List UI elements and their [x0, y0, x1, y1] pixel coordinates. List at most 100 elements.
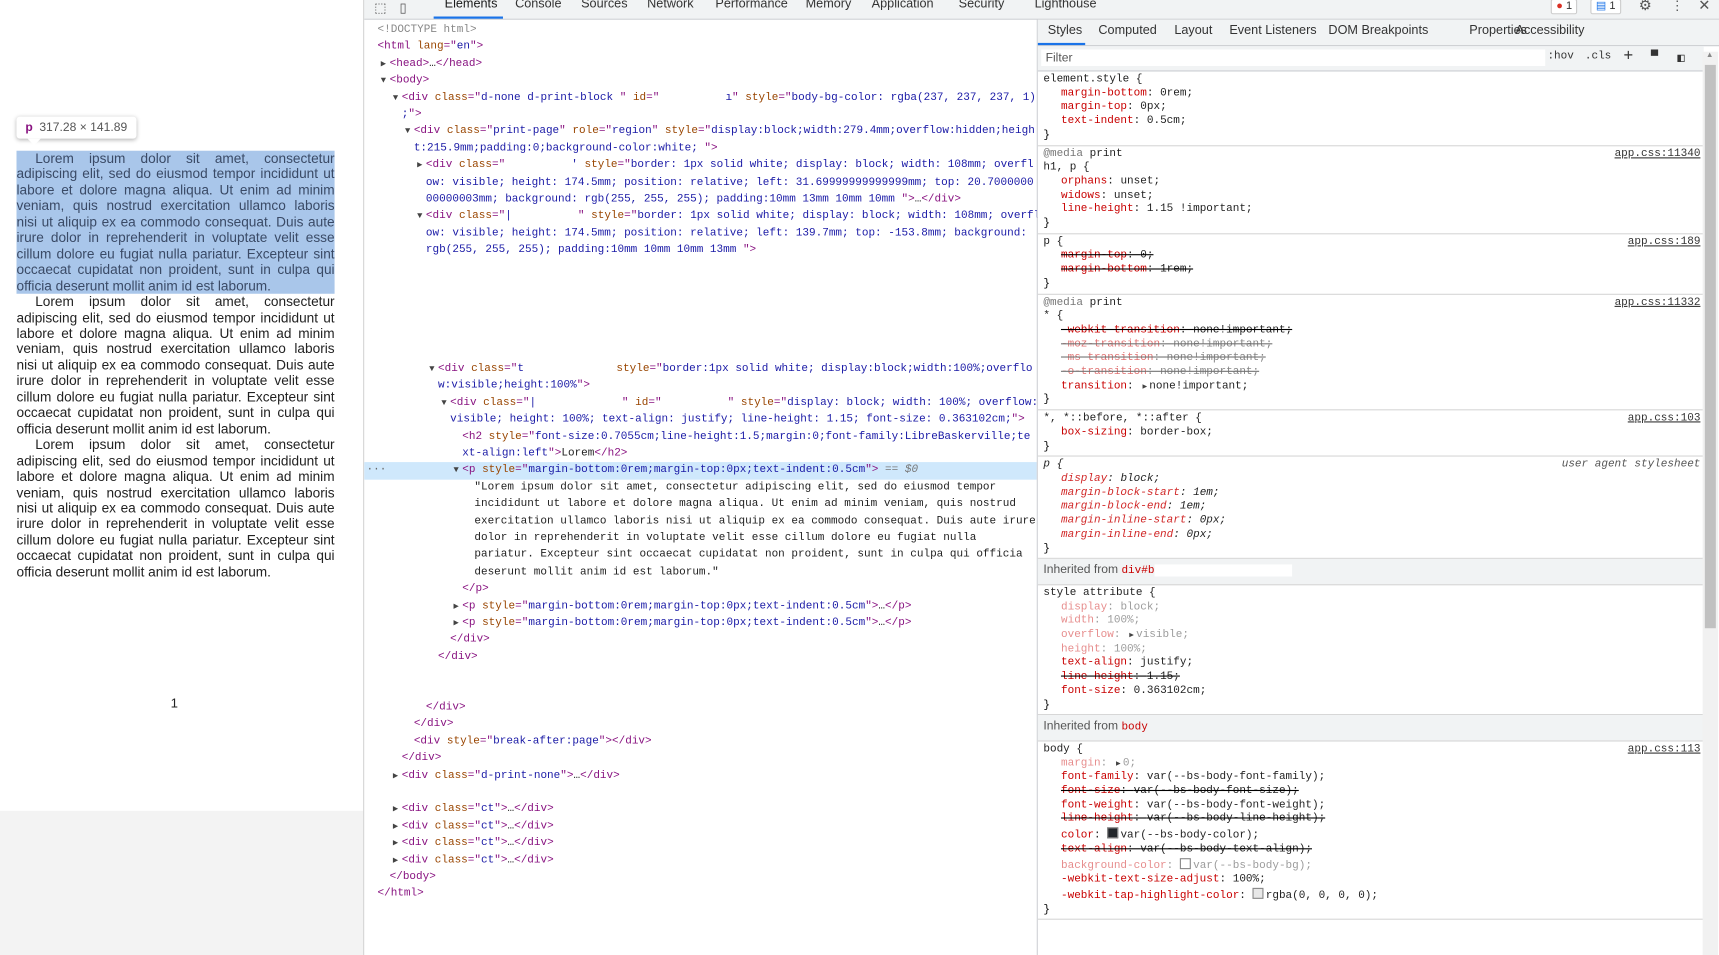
expand-arrow-icon[interactable]: ▶	[381, 56, 386, 73]
dom-node-line[interactable]: </div>	[364, 632, 1036, 649]
tab-computed[interactable]: Computed	[1098, 24, 1156, 37]
paragraph[interactable]: Lorem ipsum dolor sit amet, consectetur …	[17, 294, 335, 437]
css-declaration[interactable]: color: var(--bs-body-color);	[1043, 827, 1703, 844]
toggle-sidebar-icon[interactable]: ◧	[1677, 51, 1684, 66]
property-value[interactable]: justify;	[1140, 657, 1193, 669]
property-name[interactable]: margin-block-end	[1061, 501, 1167, 513]
property-name[interactable]: line-height	[1061, 814, 1134, 826]
css-declaration[interactable]: -webkit-tap-highlight-color: rgba(0, 0, …	[1043, 887, 1703, 904]
class-toggle[interactable]: .cls	[1585, 51, 1611, 63]
property-name[interactable]: color	[1061, 830, 1094, 842]
property-name[interactable]: orphans	[1061, 176, 1107, 188]
css-declaration[interactable]: text-align: var(--bs-body-text-align);	[1043, 844, 1703, 858]
inherited-element-link[interactable]: body	[1121, 722, 1147, 734]
property-name[interactable]: text-indent	[1061, 116, 1134, 128]
rule-source-link[interactable]: app.css:189	[1628, 236, 1701, 250]
property-value[interactable]: 0px;	[1200, 515, 1226, 527]
css-declaration[interactable]: transition: ▶ none!important;	[1043, 380, 1703, 394]
css-declaration[interactable]: -moz-transition: none!important;	[1043, 338, 1703, 352]
style-rule[interactable]: app.css:189 p {margin-top: 0; margin-botto…	[1037, 234, 1704, 295]
tab-security[interactable]: Security	[959, 0, 1005, 11]
property-value[interactable]: var(--bs-body-font-family);	[1147, 772, 1325, 784]
property-name[interactable]: -webkit-text-size-adjust	[1061, 874, 1220, 886]
expand-shorthand-icon[interactable]: ▶	[1142, 383, 1147, 392]
css-declaration[interactable]: text-indent: 0.5cm;	[1043, 116, 1703, 130]
css-declaration[interactable]: margin-bottom: 1rem;	[1043, 264, 1703, 278]
property-value[interactable]: none!important;	[1167, 352, 1266, 364]
property-value[interactable]: unset;	[1114, 190, 1154, 202]
dom-node-line[interactable]: ▼ <div class="| " style="border: 1px soli…	[364, 208, 1040, 225]
property-value[interactable]: var(--bs-body-font-weight);	[1147, 800, 1325, 812]
color-swatch[interactable]	[1107, 827, 1119, 839]
css-declaration[interactable]: margin-inline-end: 0px;	[1043, 529, 1703, 543]
dom-node-line[interactable]: rgb(255, 255, 255); padding:10mm 10mm 10…	[364, 242, 1036, 259]
property-value[interactable]: border-box;	[1140, 427, 1213, 439]
property-name[interactable]: font-family	[1061, 772, 1134, 784]
inherited-element-link[interactable]: div#b	[1121, 566, 1154, 578]
dom-node-line[interactable]: ▶ <p style="margin-bottom:0rem;margin-top…	[364, 598, 1036, 615]
dom-node-line[interactable]: ▶ <div class="ct">…</div>	[364, 801, 1036, 818]
error-count-badge[interactable]: ● 1	[1550, 0, 1578, 15]
property-value[interactable]: var(--bs-body-text-align);	[1140, 844, 1312, 856]
dom-node-line[interactable]: ▼ <div class="d-none d-print-block " id="…	[364, 90, 1036, 107]
tab-elements[interactable]: Elements	[445, 0, 498, 11]
paragraph-selected[interactable]: Lorem ipsum dolor sit amet, consectetur …	[16, 150, 335, 294]
property-name[interactable]: display	[1061, 601, 1107, 613]
style-rule[interactable]: app.css:11332 @media print * {-webkit-tran…	[1037, 294, 1704, 411]
dom-node-line[interactable]: ▶ <head>…</head>	[364, 56, 1036, 73]
scroll-up-icon[interactable]: ▲	[1706, 52, 1714, 60]
property-name[interactable]: margin-inline-start	[1061, 515, 1187, 527]
tab-console[interactable]: Console	[515, 0, 561, 11]
more-options-icon[interactable]: ⋮	[1671, 0, 1684, 13]
expand-arrow-icon[interactable]: ▶	[393, 852, 398, 869]
property-name[interactable]: line-height	[1061, 671, 1134, 683]
css-declaration[interactable]: background-color: var(--bs-body-bg);	[1043, 857, 1703, 874]
property-name[interactable]: background-color	[1061, 860, 1167, 872]
property-name[interactable]: font-size	[1061, 786, 1120, 798]
rule-selector[interactable]: p {	[1043, 236, 1703, 250]
dom-node-line[interactable]: ▼ <body>	[364, 73, 1036, 90]
property-value[interactable]: block;	[1120, 473, 1160, 485]
property-name[interactable]: font-weight	[1061, 800, 1134, 812]
node-actions-icon[interactable]: ···	[366, 463, 386, 480]
property-name[interactable]: line-height	[1061, 204, 1134, 216]
dom-node-line[interactable]: dolor in reprehenderit in voluptate veli…	[364, 530, 1036, 547]
collapse-arrow-icon[interactable]: ▼	[393, 90, 398, 107]
property-name[interactable]: width	[1061, 615, 1094, 627]
css-declaration[interactable]: -webkit-text-size-adjust: 100%;	[1043, 874, 1703, 888]
property-value[interactable]: 1rem;	[1160, 264, 1193, 276]
dom-node-line[interactable]: exercitation ullamco laboris nisi ut ali…	[364, 513, 1036, 530]
css-declaration[interactable]: display: block;	[1043, 473, 1703, 487]
property-value[interactable]: 0px;	[1186, 529, 1212, 541]
dom-node-line[interactable]: "Lorem ipsum dolor sit amet, consectetur…	[364, 479, 1036, 496]
property-value[interactable]: rgba(0, 0, 0, 0);	[1266, 890, 1378, 902]
expand-shorthand-icon[interactable]: ▶	[1116, 760, 1121, 769]
dom-node-line[interactable]: </html>	[364, 886, 1036, 903]
dom-node-line[interactable]: t:215.9mm;padding:0;background-color:whi…	[364, 141, 1036, 158]
css-declaration[interactable]: margin-bottom: 0rem;	[1043, 88, 1703, 102]
property-name[interactable]: -moz-transition	[1061, 338, 1160, 350]
property-value[interactable]: 0rem;	[1160, 88, 1193, 100]
property-value[interactable]: var(--bs-body-font-size);	[1134, 786, 1299, 798]
property-value[interactable]: unset;	[1120, 176, 1160, 188]
tab-layout[interactable]: Layout	[1174, 24, 1212, 37]
css-declaration[interactable]: margin-top: 0px;	[1043, 102, 1703, 116]
property-value[interactable]: 1em;	[1193, 487, 1219, 499]
expand-arrow-icon[interactable]: ▶	[393, 767, 398, 784]
dom-node-line[interactable]: ▶ <div class="ct">…</div>	[364, 835, 1036, 852]
property-name[interactable]: text-align	[1061, 844, 1127, 856]
dom-node-selected[interactable]: ▼ ··· <p style="margin-bottom:0rem;margin-…	[364, 462, 1037, 480]
dom-node-line[interactable]: ▼ <div class="print-page" role="region" s…	[364, 124, 1036, 141]
style-rule[interactable]: app.css:113 body {margin: ▶ 0; font-family:…	[1037, 741, 1704, 921]
css-declaration[interactable]: margin-inline-start: 0px;	[1043, 515, 1703, 529]
property-value[interactable]: 100%;	[1233, 874, 1266, 886]
collapse-arrow-icon[interactable]: ▼	[405, 124, 410, 141]
css-declaration[interactable]: orphans: unset;	[1043, 176, 1703, 190]
property-name[interactable]: margin-bottom	[1061, 264, 1147, 276]
css-declaration[interactable]: font-family: var(--bs-body-font-family);	[1043, 772, 1703, 786]
css-declaration[interactable]: margin-block-start: 1em;	[1043, 487, 1703, 501]
property-value[interactable]: none!important;	[1193, 325, 1292, 337]
css-declaration[interactable]: -ms-transition: none!important;	[1043, 352, 1703, 366]
property-name[interactable]: margin-top	[1061, 250, 1127, 262]
dom-node-line[interactable]: </div>	[364, 700, 1036, 717]
